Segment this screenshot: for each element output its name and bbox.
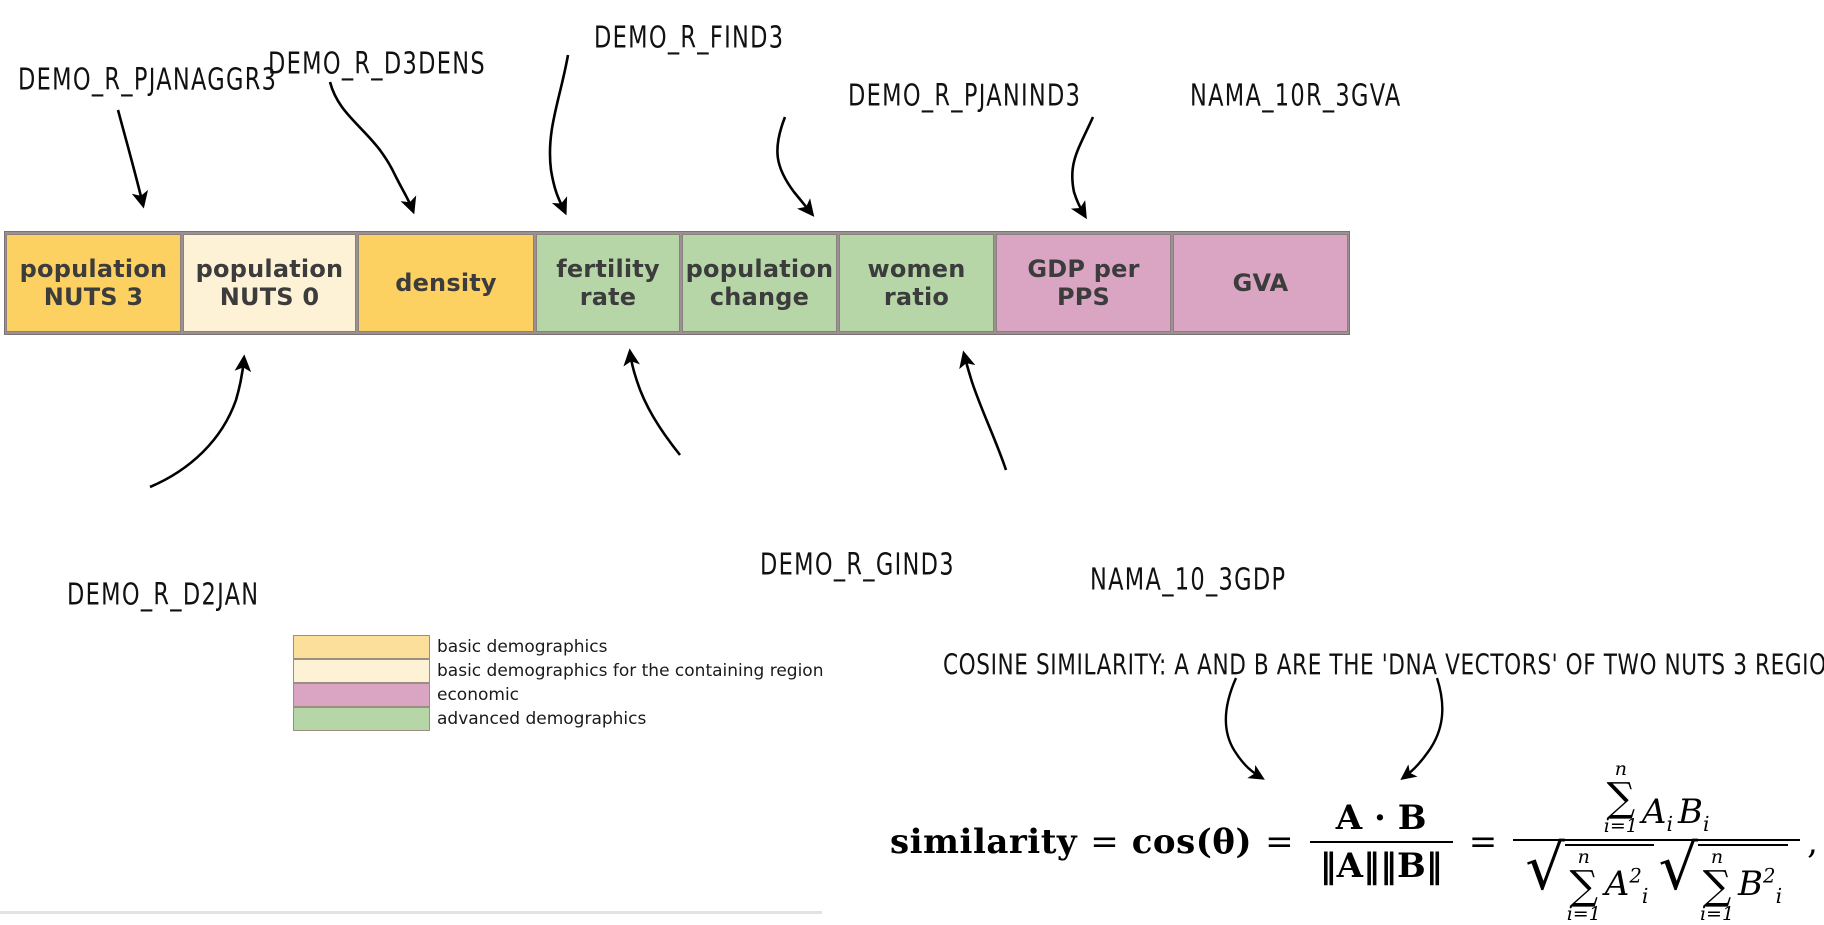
sum-term-a: Ai (1641, 792, 1673, 836)
formula-equals-1: = (1090, 822, 1119, 862)
radical-a: √ n ∑ i=1 A2i (1525, 831, 1655, 924)
dna-cell-label-line1: GVA (1232, 268, 1289, 297)
dna-cell-label-line1: women (867, 254, 966, 283)
annotation-nama10r3gva: NAMA_10R_3GVA (1190, 77, 1402, 113)
category-legend: basic demographics basic demographics fo… (293, 635, 823, 731)
dna-cell-population-nuts3[interactable]: population NUTS 3 (6, 234, 181, 332)
dna-cell-label-line2: NUTS 3 (43, 283, 144, 311)
annotation-find3: DEMO_R_FIND3 (594, 19, 785, 55)
sum-lower-limit: i=1 (1603, 815, 1638, 837)
formula-equals-3: = (1468, 822, 1498, 862)
legend-swatch-basic-demographics-containing (293, 659, 430, 683)
summation-symbol: n ∑ i=1 (1604, 760, 1638, 836)
dna-cell-label-line1: fertility (556, 254, 660, 283)
dna-cell-label-line2: change (709, 283, 810, 311)
formula-equals-2: = (1265, 822, 1294, 862)
annotation-gind3: DEMO_R_GIND3 (760, 546, 955, 582)
dna-cell-label-line2: PPS (1056, 283, 1111, 311)
summation-symbol: n ∑ i=1 (1700, 848, 1734, 924)
dna-cell-population-change[interactable]: population change (682, 234, 837, 332)
legend-item: basic demographics for the containing re… (293, 659, 823, 683)
formula-numerator-dot-product: A · B (1335, 798, 1427, 838)
dna-cell-label-line2: NUTS 0 (219, 283, 320, 311)
dna-cell-label-line1: population (195, 254, 344, 283)
sum-lower-limit: i=1 (1566, 903, 1601, 925)
dna-cell-gva[interactable]: GVA (1173, 234, 1348, 332)
formula-trailing-comma: , (1807, 822, 1818, 862)
formula-numerator-sum: n ∑ i=1 Ai Bi (1594, 760, 1720, 839)
formula-denominator-radicals: √ n ∑ i=1 A2i √ n ∑ i=1 B2i (1513, 831, 1800, 924)
legend-label: economic (437, 685, 520, 705)
dna-cell-label-line1: population (685, 254, 834, 283)
radical-b: √ n ∑ i=1 B2i (1658, 831, 1789, 924)
dna-cell-women-ratio[interactable]: women ratio (839, 234, 994, 332)
annotation-d3dens: DEMO_R_D3DENS (268, 45, 486, 81)
sqrt-icon: √ (1658, 831, 1698, 904)
sqrt-icon: √ (1525, 831, 1565, 904)
formula-lhs: similarity (890, 822, 1078, 862)
legend-swatch-basic-demographics (293, 635, 430, 659)
formula-fraction-2: n ∑ i=1 Ai Bi √ n ∑ i=1 A2i √ n ∑ i=1 B2… (1513, 760, 1801, 924)
legend-item: basic demographics (293, 635, 823, 659)
legend-swatch-economic (293, 683, 430, 707)
arrow-pjanaggr3 (116, 109, 149, 209)
dna-cell-density[interactable]: density (358, 234, 534, 332)
legend-item: advanced demographics (293, 707, 823, 731)
arrow-d3dens (328, 81, 417, 215)
cosine-similarity-formula: similarity = cos(θ) = A · B ‖A‖‖B‖ = n ∑… (890, 760, 1818, 924)
bottom-divider (0, 911, 822, 914)
summation-symbol: n ∑ i=1 (1567, 848, 1601, 924)
arrow-d2jan (149, 354, 252, 489)
sigma-icon: ∑ (1606, 775, 1636, 821)
cosine-similarity-caption: COSINE SIMILARITY: A AND B ARE THE 'DNA … (943, 648, 1824, 682)
sum-lower-limit: i=1 (1699, 903, 1735, 925)
sigma-icon: ∑ (1702, 863, 1732, 909)
dna-vector-strip: population NUTS 3 population NUTS 0 dens… (4, 231, 1350, 335)
radicand-a: A2i (1604, 864, 1649, 908)
annotation-pjanind3: DEMO_R_PJANIND3 (848, 77, 1082, 113)
formula-cos-theta: cos(θ) (1131, 822, 1253, 862)
dna-cell-fertility-rate[interactable]: fertility rate (536, 234, 680, 332)
arrow-gind3 (623, 348, 682, 456)
radicand-b: B2i (1738, 864, 1783, 908)
legend-label: basic demographics (437, 637, 608, 657)
annotation-nama103gdp: NAMA_10_3GDP (1090, 561, 1287, 597)
arrow-nama10r3gva (1070, 116, 1095, 220)
legend-item: economic (293, 683, 823, 707)
dna-cell-label-line1: density (395, 268, 497, 297)
formula-fraction-1: A · B ‖A‖‖B‖ (1309, 798, 1453, 886)
formula-denominator-norms: ‖A‖‖B‖ (1319, 846, 1443, 886)
dna-cell-label-line1: GDP per (1027, 254, 1140, 283)
arrow-find3 (548, 54, 570, 216)
dna-cell-gdp-per-pps[interactable]: GDP per PPS (996, 234, 1171, 332)
dna-cell-population-nuts0[interactable]: population NUTS 0 (183, 234, 356, 332)
legend-label: advanced demographics (437, 709, 647, 729)
arrow-nama103gdp (959, 350, 1008, 471)
sum-term-b: Bi (1677, 792, 1710, 836)
sigma-icon: ∑ (1569, 863, 1599, 909)
annotation-d2jan: DEMO_R_D2JAN (67, 576, 260, 612)
legend-swatch-advanced-demographics (293, 707, 430, 731)
dna-cell-label-line2: rate (579, 283, 637, 311)
dna-cell-label-line1: population (19, 254, 168, 283)
arrow-pjanind3 (776, 116, 815, 217)
legend-label: basic demographics for the containing re… (437, 661, 824, 681)
annotation-pjanaggr3: DEMO_R_PJANAGGR3 (18, 61, 278, 97)
dna-cell-label-line2: ratio (883, 283, 950, 311)
